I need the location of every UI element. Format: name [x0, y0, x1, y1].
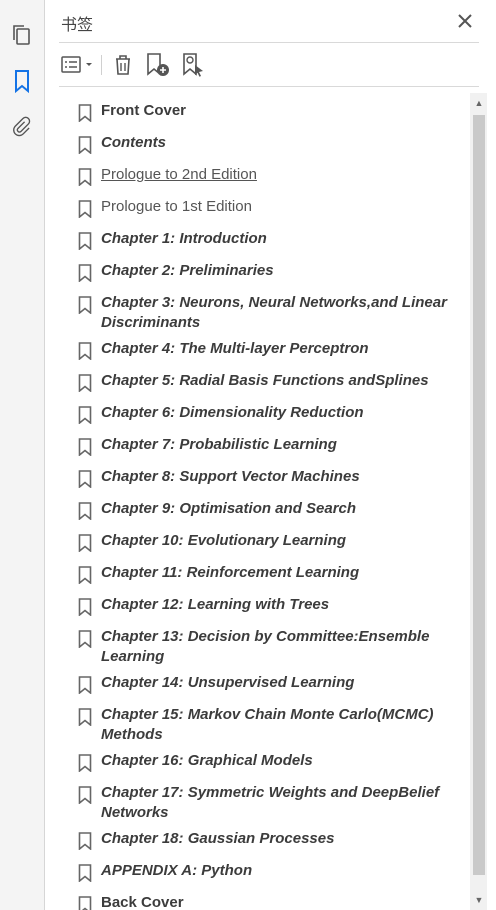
bookmark-label: Chapter 4: The Multi-layer Perceptron [101, 340, 369, 357]
find-bookmark-icon[interactable] [179, 49, 209, 81]
bookmark-label: Chapter 12: Learning with Trees [101, 596, 330, 613]
bookmark-icon [78, 136, 92, 159]
bookmark-label: Back Cover [101, 894, 184, 910]
bookmark-icon [78, 502, 92, 525]
new-bookmark-icon[interactable] [143, 49, 173, 81]
bookmark-icon [78, 864, 92, 887]
scroll-down-icon[interactable]: ▼ [473, 893, 485, 907]
bookmark-icon [78, 168, 92, 191]
bookmark-icon [78, 406, 92, 429]
bookmark-icon [78, 896, 92, 910]
bookmark-label: Chapter 14: Unsupervised Learning [101, 674, 355, 691]
bookmark-list: Front Cover Contents Prologue to 2nd Editi… [45, 93, 469, 910]
bookmark-label: Chapter 11: Reinforcement Learning [101, 564, 360, 581]
bookmark-icon [78, 264, 92, 287]
delete-icon[interactable] [109, 49, 137, 81]
bookmark-label: Chapter 15: Markov Chain Monte Carlo(MCM… [101, 706, 434, 743]
divider [59, 42, 479, 43]
bookmark-icon [78, 786, 92, 809]
bookmark-icon [78, 342, 92, 365]
bookmark-icon [78, 296, 92, 319]
bookmark-label: Chapter 2: Preliminaries [101, 262, 274, 279]
left-tool-rail [0, 0, 45, 910]
bookmark-label: Chapter 13: Decision by Committee:Ensemb… [101, 628, 430, 665]
bookmark-icon[interactable] [0, 63, 44, 99]
bookmark-icon [78, 630, 92, 653]
bookmark-label: Chapter 1: Introduction [101, 230, 267, 247]
bookmark-label: Chapter 9: Optimisation and Search [101, 500, 357, 517]
bookmark-icon [78, 200, 92, 223]
bookmark-icon [78, 470, 92, 493]
bookmark-label: Chapter 18: Gaussian Processes [101, 830, 335, 847]
attachment-icon[interactable] [0, 109, 44, 145]
bookmark-label: Prologue to 2nd Edition [101, 166, 257, 183]
bookmark-icon [78, 566, 92, 589]
bookmark-label: APPENDIX A: Python [101, 862, 253, 879]
bookmark-icon [78, 438, 92, 461]
bookmark-label: Chapter 5: Radial Basis Functions andSpl… [101, 372, 429, 389]
bookmark-label: Contents [101, 134, 166, 151]
bookmark-label: Chapter 3: Neurons, Neural Networks,and … [101, 294, 447, 331]
toolbar-divider [101, 55, 102, 75]
bookmark-label: Front Cover [101, 102, 187, 119]
bookmark-icon [78, 708, 92, 731]
scroll-thumb[interactable] [473, 115, 485, 875]
bookmark-label: Chapter 8: Support Vector Machines [101, 468, 360, 485]
bookmark-icon [78, 374, 92, 397]
bookmark-icon [78, 676, 92, 699]
scrollbar[interactable]: ▲ ▼ [470, 93, 487, 910]
divider [59, 86, 479, 87]
options-menu-button[interactable] [59, 49, 97, 81]
bookmark-label: Prologue to 1st Edition [101, 198, 252, 215]
pages-icon[interactable] [0, 17, 44, 53]
bookmark-label: Chapter 16: Graphical Models [101, 752, 313, 769]
bookmark-label: Chapter 7: Probabilistic Learning [101, 436, 337, 453]
bookmark-icon [78, 754, 92, 777]
bookmark-label: Chapter 6: Dimensionality Reduction [101, 404, 364, 421]
bookmark-icon [78, 832, 92, 855]
bookmark-label: Chapter 10: Evolutionary Learning [101, 532, 347, 549]
bookmark-icon [78, 534, 92, 557]
bookmark-label: Chapter 17: Symmetric Weights and DeepBe… [101, 784, 440, 821]
bookmark-icon [78, 598, 92, 621]
bookmarks-panel: 书签 Front Cover Contents Prologue to 2nd Ed… [45, 0, 496, 910]
scroll-up-icon[interactable]: ▲ [473, 96, 485, 110]
panel-title: 书签 [61, 15, 94, 34]
bookmark-icon [78, 104, 92, 127]
close-icon[interactable] [454, 10, 476, 32]
bookmark-icon [78, 232, 92, 255]
